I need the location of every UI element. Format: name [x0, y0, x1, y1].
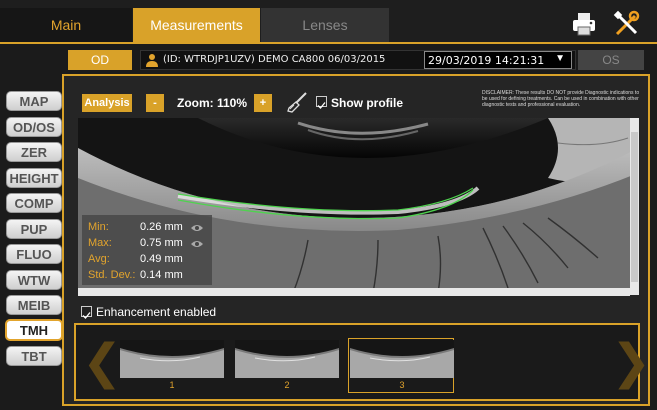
- zoom-value: 110%: [217, 96, 248, 110]
- vertical-scrollbar[interactable]: [630, 118, 639, 295]
- show-profile-label: Show profile: [331, 96, 403, 110]
- tab-measurements[interactable]: Measurements: [133, 8, 260, 42]
- disclaimer: DISCLAIMER: These results DO NOT provide…: [482, 90, 640, 108]
- zoom-in-button[interactable]: +: [254, 94, 272, 112]
- enhancement-label: Enhancement enabled: [96, 305, 217, 319]
- stats-overlay: Min: 0.26 mm Max: 0.75 mm Avg: 0.49 mm Std.…: [82, 215, 212, 285]
- person-icon: [146, 54, 158, 67]
- tab-main[interactable]: Main: [0, 8, 132, 42]
- brush-icon[interactable]: [286, 91, 308, 113]
- checkmark-icon: [82, 312, 91, 319]
- nav-zer[interactable]: ZER: [6, 142, 62, 162]
- stat-avg: Avg: 0.49 mm: [88, 253, 183, 265]
- thumbnail-label: 2: [284, 380, 290, 390]
- eye-icon[interactable]: [190, 223, 204, 233]
- nav-map[interactable]: MAP: [6, 91, 62, 111]
- thumbnail-1[interactable]: [120, 340, 224, 378]
- horizontal-scrollbar[interactable]: [78, 288, 630, 296]
- os-button[interactable]: OS: [578, 50, 644, 70]
- thumbnail-label: 1: [169, 380, 175, 390]
- nav-wtw[interactable]: WTW: [6, 270, 62, 290]
- nav-fluo[interactable]: FLUO: [6, 244, 62, 264]
- eye-icon[interactable]: [190, 239, 204, 249]
- nav-tbt[interactable]: TBT: [6, 346, 62, 366]
- patient-info: (ID: WTRDJP1UZV) DEMO CA800 06/03/2015: [163, 54, 386, 65]
- stat-min: Min: 0.26 mm: [88, 221, 183, 233]
- thumbnail-image: [120, 340, 224, 378]
- enhancement-checkbox[interactable]: [81, 306, 92, 319]
- thumbnail-image: [235, 340, 339, 378]
- od-button[interactable]: OD: [68, 50, 132, 70]
- nav-tmh[interactable]: TMH: [5, 319, 63, 341]
- exam-date: 29/03/2019 14:21:31: [428, 54, 545, 67]
- nav-comp[interactable]: COMP: [6, 193, 62, 213]
- zoom-out-button[interactable]: -: [146, 94, 164, 112]
- nav-od-os[interactable]: OD/OS: [6, 117, 62, 137]
- exam-date-select[interactable]: 29/03/2019 14:21:31 ▼: [424, 51, 572, 69]
- nav-meib[interactable]: MEIB: [6, 295, 62, 315]
- checkmark-icon: [317, 102, 326, 109]
- printer-icon[interactable]: [570, 10, 598, 38]
- dropdown-arrow-icon: ▼: [555, 53, 565, 64]
- thumbnail-2[interactable]: [235, 340, 339, 378]
- tools-icon[interactable]: [613, 10, 641, 38]
- analysis-button[interactable]: Analysis: [82, 94, 132, 112]
- next-arrow-icon[interactable]: ❯: [611, 336, 651, 388]
- prev-arrow-icon[interactable]: ❮: [82, 336, 122, 388]
- thumbnail-image: [350, 340, 454, 378]
- nav-pup[interactable]: PUP: [6, 219, 62, 239]
- thumbnail-label: 3: [399, 380, 405, 390]
- zoom-label: Zoom: 110%: [177, 96, 248, 110]
- thumbnail-3[interactable]: [350, 340, 454, 378]
- stat-max: Max: 0.75 mm: [88, 237, 183, 249]
- show-profile-checkbox[interactable]: [316, 96, 327, 109]
- tab-lenses[interactable]: Lenses: [261, 8, 389, 42]
- scroll-thumb[interactable]: [631, 132, 638, 282]
- nav-height[interactable]: HEIGHT: [6, 168, 62, 188]
- stat-std-dev: Std. Dev.: 0.14 mm: [88, 269, 183, 281]
